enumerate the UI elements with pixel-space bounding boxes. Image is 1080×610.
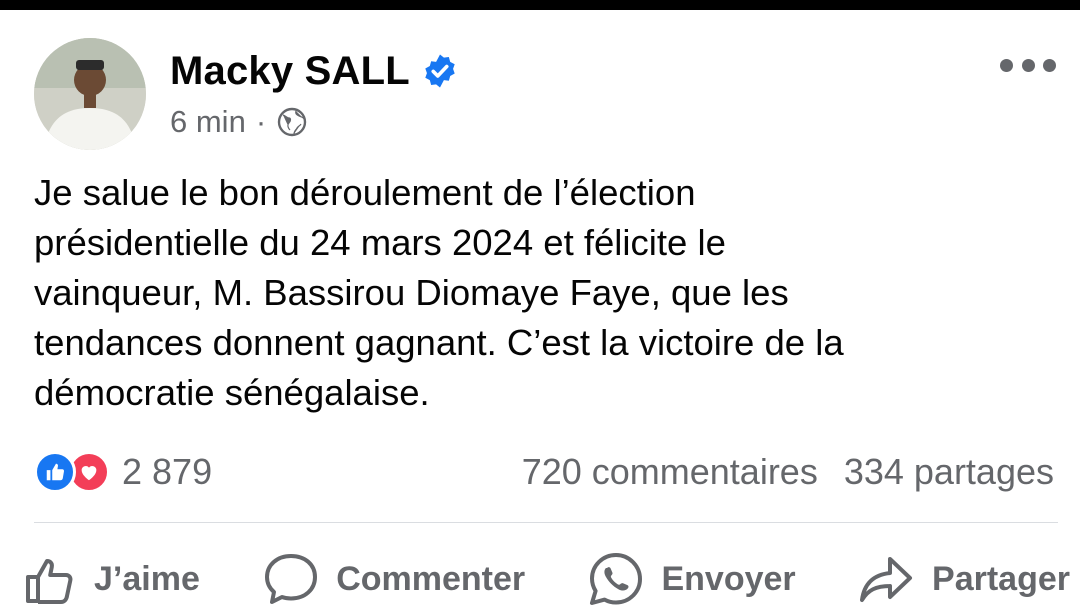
- shares-count[interactable]: 334 partages: [844, 451, 1054, 493]
- meta-separator: ·: [255, 104, 267, 139]
- share-button[interactable]: Partager: [858, 553, 1070, 605]
- whatsapp-icon: [590, 553, 643, 605]
- share-arrow-icon: [860, 557, 913, 602]
- author-name[interactable]: Macky SALL: [170, 49, 410, 94]
- like-reaction-icon: [34, 451, 76, 493]
- globe-icon: [277, 107, 307, 137]
- send-button[interactable]: Envoyer: [587, 550, 796, 608]
- post-text: Je salue le bon déroulement de l’électio…: [34, 172, 844, 413]
- like-button[interactable]: J’aime: [22, 551, 200, 607]
- reaction-count: 2 879: [122, 451, 213, 492]
- post-time[interactable]: 6 min: [170, 104, 246, 140]
- dot: [1000, 58, 1013, 72]
- comment-bubble-icon: [265, 554, 318, 604]
- post-meta: 6 min ·: [170, 100, 308, 144]
- verified-badge-icon: [425, 54, 455, 88]
- dot: [1021, 58, 1035, 72]
- share-label: Partager: [932, 559, 1070, 598]
- avatar[interactable]: [34, 38, 146, 150]
- divider: [34, 522, 1058, 523]
- comment-label: Commenter: [336, 559, 526, 598]
- thumbs-up-icon: [26, 559, 73, 604]
- more-options-icon[interactable]: [1000, 50, 1056, 80]
- engagement-stats: 720 commentaires 334 partages: [522, 448, 1054, 496]
- comment-button[interactable]: Commenter: [262, 551, 525, 607]
- comments-count[interactable]: 720 commentaires: [522, 451, 818, 493]
- status-bar-edge: [0, 0, 1080, 10]
- dot: [1043, 58, 1056, 72]
- reactions-summary[interactable]: 2 879: [34, 448, 212, 496]
- like-label: J’aime: [94, 559, 200, 598]
- send-label: Envoyer: [661, 559, 796, 598]
- post-header: Macky SALL: [170, 44, 458, 98]
- action-bar: J’aime Commenter Envoyer Partager: [22, 548, 1070, 610]
